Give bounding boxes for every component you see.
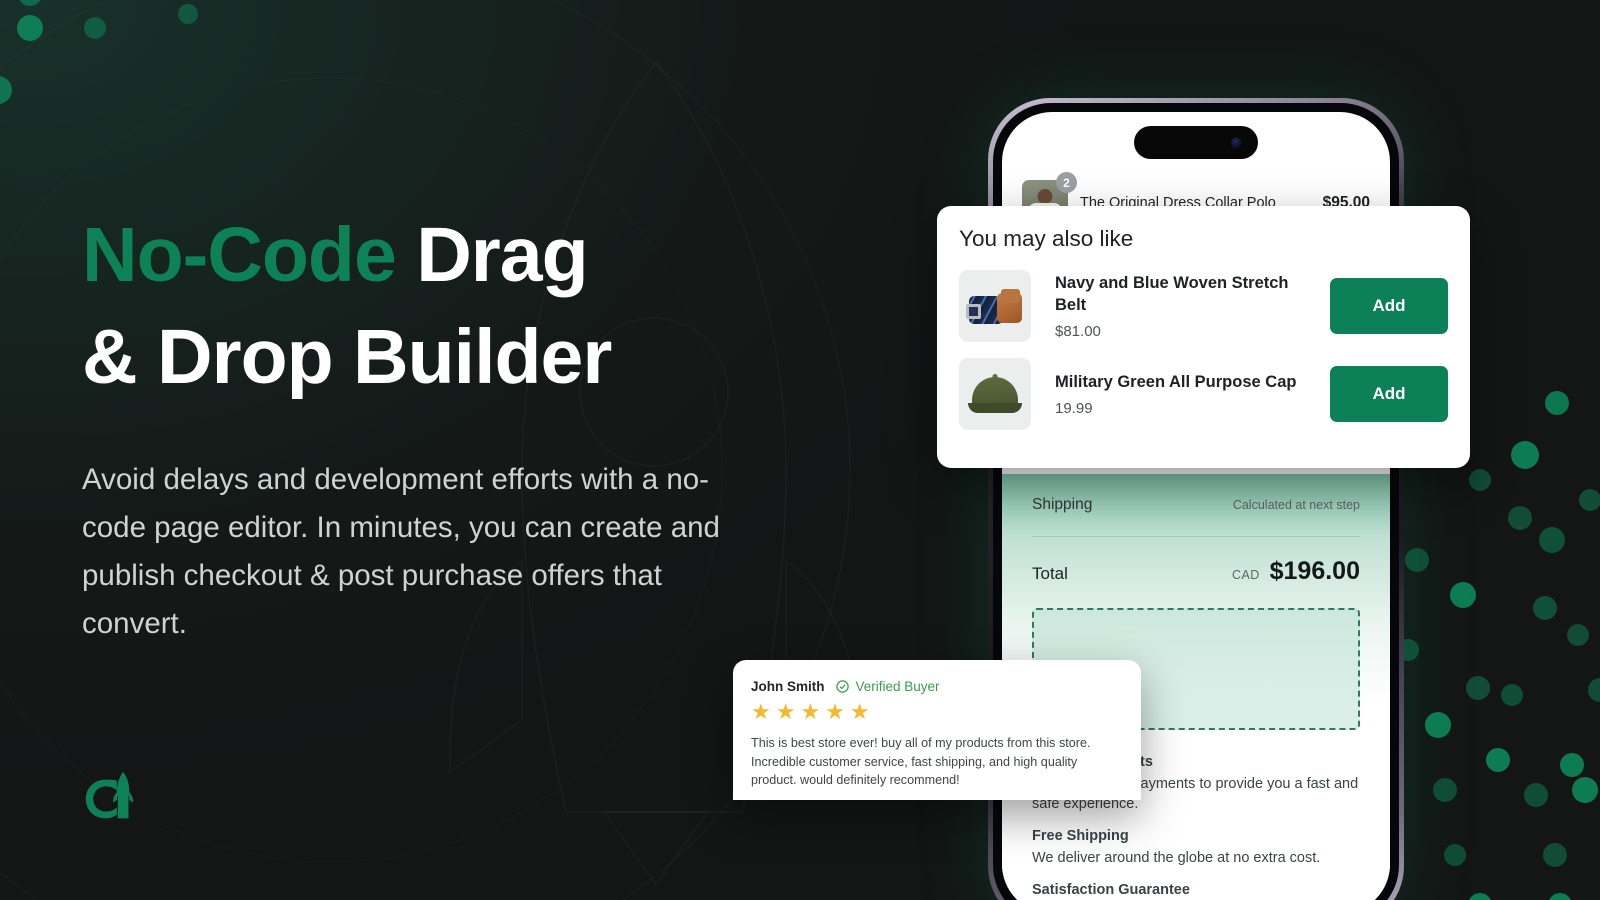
star-rating: ★★★★★	[751, 699, 875, 724]
review-text: This is best store ever! buy all of my p…	[751, 736, 1091, 788]
decorative-dot	[1425, 712, 1451, 738]
trust-heading: Satisfaction Guarantee	[1032, 882, 1190, 898]
decorative-dot	[1588, 678, 1600, 702]
decorative-dot	[0, 76, 12, 104]
rocket-a-logo	[85, 771, 134, 819]
hero-copy: No-Code Drag & Drop Builder Avoid delays…	[82, 205, 782, 647]
decorative-dot	[1579, 489, 1600, 511]
decorative-dot	[1560, 753, 1584, 777]
decorative-dot	[1508, 506, 1532, 530]
navy-blue-woven-belt-image	[959, 270, 1031, 342]
belt-buckle-shape	[966, 304, 981, 319]
decorative-dot	[17, 15, 43, 41]
trust-badge-satisfaction-guarantee: Satisfaction Guarantee We're sure that y…	[1032, 882, 1360, 900]
headline-accent: No-Code	[82, 212, 397, 298]
decorative-dot	[1501, 684, 1523, 706]
decorative-dot	[18, 0, 42, 6]
decorative-dot	[1444, 844, 1466, 866]
decorative-dot	[1405, 548, 1429, 572]
trust-body: We deliver around the globe at no extra …	[1032, 850, 1321, 866]
shipping-label: Shipping	[1032, 496, 1093, 513]
recommendation-item-name: Military Green All Purpose Cap	[1055, 372, 1297, 391]
review-card: John Smith Verified Buyer ★★★★★ This is …	[733, 660, 1141, 800]
total-row: Total CAD $196.00	[1032, 557, 1360, 586]
total-amount: $196.00	[1269, 557, 1360, 585]
recommendation-item-price: 19.99	[1055, 400, 1093, 418]
add-button[interactable]: Add	[1330, 366, 1448, 422]
recommendation-item-cap: Military Green All Purpose Cap 19.99 Add	[959, 358, 1448, 430]
decorative-dot	[1466, 676, 1490, 700]
decorative-dot	[1548, 893, 1572, 900]
decorative-dot	[1511, 441, 1539, 469]
shipping-value: Calculated at next step	[1232, 498, 1360, 512]
decorative-dot	[1450, 582, 1476, 608]
decorative-dot	[1539, 527, 1565, 553]
total-label: Total	[1032, 564, 1068, 583]
recommendation-title: You may also like	[959, 226, 1134, 251]
recommendation-card: You may also like Navy and Blue Woven St…	[937, 206, 1470, 468]
verified-buyer-badge: Verified Buyer	[835, 679, 940, 694]
decorative-dot	[1545, 391, 1569, 415]
dynamic-island	[1134, 126, 1258, 159]
cap-brim-shape	[968, 403, 1022, 413]
recommendation-item-info: Navy and Blue Woven Stretch Belt $81.00	[1031, 272, 1330, 341]
decorative-dot	[1469, 469, 1491, 491]
headline-line2: & Drop Builder	[82, 313, 612, 400]
decorative-dot	[1433, 778, 1457, 802]
recommendation-item-belt: Navy and Blue Woven Stretch Belt $81.00 …	[959, 270, 1448, 342]
decorative-dot	[84, 17, 106, 39]
headline-rest: Drag	[395, 212, 588, 298]
hero-banner: No-Code Drag & Drop Builder Avoid delays…	[0, 0, 1600, 900]
recommendation-item-price: $81.00	[1055, 323, 1101, 341]
trust-heading: Free Shipping	[1032, 828, 1129, 844]
decorative-dot	[1486, 748, 1510, 772]
decorative-dot	[1524, 783, 1548, 807]
currency-code: CAD	[1232, 568, 1260, 582]
military-green-cap-image	[959, 358, 1031, 430]
recommendation-item-name: Navy and Blue Woven Stretch Belt	[1055, 273, 1289, 314]
page-title: No-Code Drag & Drop Builder	[82, 205, 782, 408]
front-camera-icon	[1231, 137, 1242, 148]
decorative-dot	[178, 4, 198, 24]
verified-buyer-label: Verified Buyer	[855, 679, 940, 694]
belt-leather-tab-shape	[1001, 289, 1020, 303]
shipping-row: Shipping Calculated at next step	[1032, 496, 1360, 514]
decorative-dot	[1533, 596, 1557, 620]
total-value-group: CAD $196.00	[1232, 557, 1360, 586]
decorative-dot	[1468, 893, 1492, 900]
summary-divider	[1032, 536, 1360, 537]
reviewer-name: John Smith	[751, 679, 825, 694]
decorative-dot	[1543, 843, 1567, 867]
add-button[interactable]: Add	[1330, 278, 1448, 334]
recommendation-item-info: Military Green All Purpose Cap 19.99	[1031, 371, 1330, 417]
review-header: John Smith Verified Buyer	[751, 679, 1123, 694]
decorative-dot	[1572, 777, 1598, 803]
decorative-dot	[1567, 624, 1589, 646]
check-circle-icon	[835, 680, 849, 693]
quantity-badge: 2	[1056, 172, 1077, 193]
trust-badge-free-shipping: Free Shipping We deliver around the glob…	[1032, 828, 1360, 868]
hero-subcopy: Avoid delays and development efforts wit…	[82, 463, 720, 640]
model-head	[1037, 189, 1053, 204]
